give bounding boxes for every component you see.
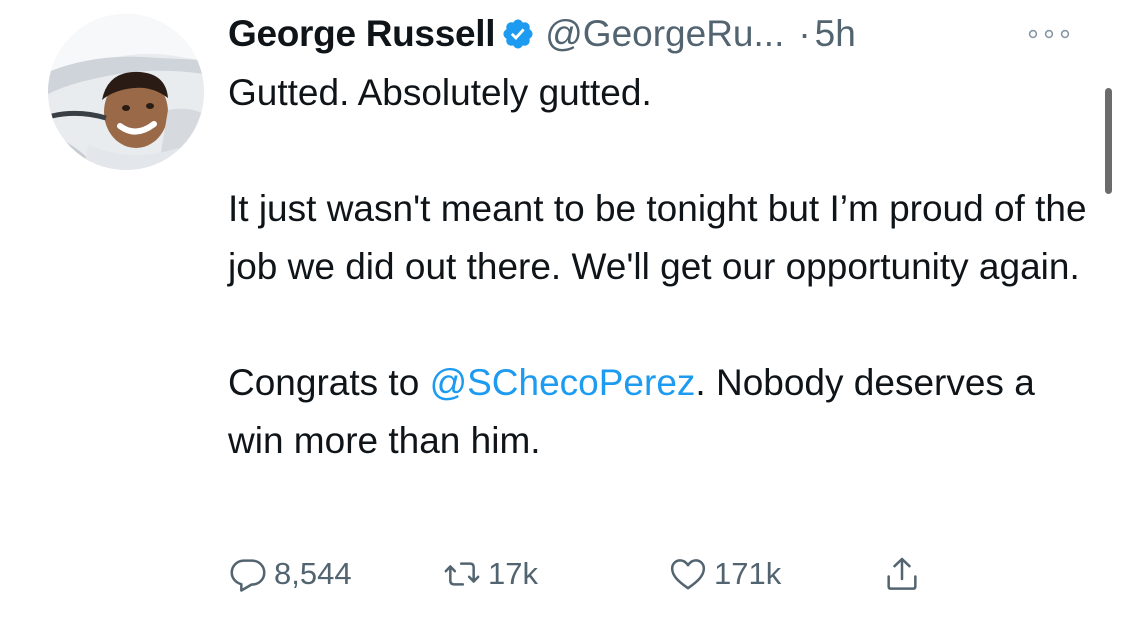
tweet-header: George Russell @GeorgeRu... · 5h [228,8,856,60]
retweet-button[interactable]: 17k [442,548,538,600]
mention-link[interactable]: @SChecoPerez [430,362,696,403]
retweet-icon [444,562,480,586]
like-button[interactable]: 171k [668,548,781,600]
paragraph-3-prefix: Congrats to [228,362,430,403]
like-count: 171k [714,556,782,591]
reply-icon [230,559,266,592]
tweet-paragraph-2: It just wasn't meant to be tonight but I… [228,188,1087,287]
tweet-line-1: Gutted. Absolutely gutted. [228,72,652,113]
tweet-text: Gutted. Absolutely gutted. It just wasn'… [228,64,1088,470]
heart-icon [670,559,706,590]
tweet-actions: 8,544 17k 171k [228,548,1048,600]
more-icon[interactable] [1024,20,1074,48]
separator-dot: · [798,13,811,54]
verified-badge-icon [503,19,533,49]
scrollbar[interactable] [1105,88,1112,194]
retweet-count: 17k [488,556,538,591]
tweet[interactable]: George Russell @GeorgeRu... · 5h Gutted.… [0,0,1124,617]
share-icon [887,557,917,590]
avatar-photo [48,14,204,170]
author-handle[interactable]: @GeorgeRu... [545,13,784,55]
author-display-name[interactable]: George Russell [228,13,496,55]
share-button[interactable] [882,548,922,600]
tweet-paragraph-3: Congrats to @SChecoPerez. Nobody deserve… [228,354,1088,470]
avatar[interactable] [48,14,204,170]
tweet-timestamp[interactable]: 5h [815,13,856,55]
reply-count: 8,544 [274,556,352,591]
reply-button[interactable]: 8,544 [228,548,352,600]
